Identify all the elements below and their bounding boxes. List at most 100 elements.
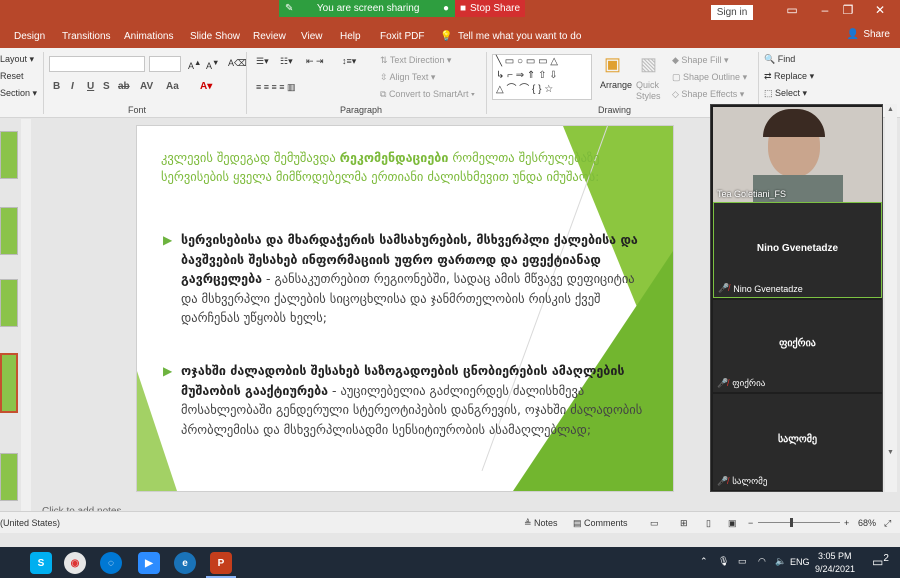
zoom-slider-thumb[interactable] — [790, 518, 793, 527]
comments-button[interactable]: ▤ Comments — [573, 518, 628, 529]
language-status[interactable]: (United States) — [0, 518, 60, 528]
line-spacing-icon[interactable]: ↕≡▾ — [342, 56, 356, 67]
shadow-button[interactable]: S — [103, 81, 110, 92]
participant-name: ფიქრია — [779, 338, 816, 349]
input-language[interactable]: ENG — [790, 557, 810, 567]
notification-center-icon[interactable]: ▭2 — [872, 553, 889, 569]
volume-icon[interactable]: 🔈 — [775, 556, 786, 567]
scroll-up-icon[interactable]: ▲ — [887, 106, 894, 113]
arrange-button[interactable]: Arrange — [600, 80, 632, 90]
grow-font-icon[interactable]: A▲ — [188, 58, 201, 71]
zoom-slider[interactable] — [758, 522, 840, 523]
reading-view-icon[interactable]: ▯ — [706, 518, 711, 529]
slide-sorter-icon[interactable]: ⊞ — [680, 518, 688, 529]
shapes-gallery[interactable]: ╲ ▭ ○ ▭ ▭ △ ↳ ⌐ ⇒ ⇑ ⇧ ⇩ △ ⌒ ⌒ { } ☆ — [492, 54, 592, 100]
stop-share-button[interactable]: ■ Stop Share — [455, 0, 525, 17]
tell-me-box[interactable]: Tell me what you want to do — [458, 31, 581, 42]
zoom-out-icon[interactable]: − — [748, 518, 753, 528]
slideshow-view-icon[interactable]: ▣ — [728, 518, 737, 529]
strikethrough-button[interactable]: ab — [118, 81, 130, 92]
clear-format-icon[interactable]: A⌫ — [228, 58, 247, 69]
paragraph-group-label: Paragraph — [340, 105, 383, 115]
powerpoint-icon[interactable]: P — [210, 552, 232, 574]
zoom-app-icon[interactable]: ▶ — [138, 552, 160, 574]
bullet-item-1[interactable]: სერვისებისა და მხარდაჭერის სამსახურების,… — [181, 230, 651, 328]
edge-icon[interactable]: e — [174, 552, 196, 574]
thumbnail-scrollbar[interactable] — [21, 119, 31, 511]
bold-button[interactable]: B — [53, 81, 60, 92]
slide-thumbnail[interactable] — [0, 279, 18, 327]
minimize-icon[interactable]: – — [815, 3, 835, 17]
restore-icon[interactable]: ❐ — [838, 3, 858, 17]
clock-time[interactable]: 3:05 PM — [818, 551, 852, 561]
find-button[interactable]: 🔍 Find — [764, 54, 795, 65]
notes-button[interactable]: ≜ Notes — [524, 518, 558, 529]
tab-animations[interactable]: Animations — [124, 31, 173, 42]
layout-button[interactable]: Layout ▾ — [0, 54, 34, 65]
tab-transitions[interactable]: Transitions — [62, 31, 111, 42]
bullets-icon[interactable]: ☰▾ — [256, 56, 269, 67]
shrink-font-icon[interactable]: A▼ — [206, 58, 219, 71]
quick-styles-button[interactable]: Quick Styles — [636, 80, 666, 102]
indent-icon[interactable]: ⇤ ⇥ — [306, 56, 324, 67]
text-direction-button[interactable]: ⇅ Text Direction ▾ — [380, 55, 451, 66]
messenger-icon[interactable]: ◌ — [100, 552, 122, 574]
tab-help[interactable]: Help — [340, 31, 361, 42]
section-button[interactable]: Section ▾ — [0, 88, 37, 99]
slide-thumbnail-active[interactable] — [0, 353, 18, 413]
align-text-button[interactable]: ⇳ Align Text ▾ — [380, 72, 435, 83]
shape-fill-button[interactable]: ◆ Shape Fill ▾ — [672, 55, 728, 66]
replace-button[interactable]: ⇄ Replace ▾ — [764, 71, 814, 82]
participant-hair — [763, 109, 825, 137]
numbering-icon[interactable]: ☷▾ — [280, 56, 293, 67]
video-tile[interactable]: Nino Gvenetadze 🎤̸ Nino Gvenetadze — [713, 202, 882, 298]
normal-view-icon[interactable]: ▭ — [650, 518, 659, 529]
slide-thumbnail[interactable] — [0, 453, 18, 501]
italic-button[interactable]: I — [71, 81, 74, 92]
network-icon[interactable]: ▭ — [738, 556, 747, 567]
convert-smartart-button[interactable]: ⧉ Convert to SmartArt ▾ — [380, 89, 475, 100]
font-size-input[interactable] — [149, 56, 181, 72]
microphone-icon[interactable]: 🎙 — [718, 556, 729, 567]
bullet-item-2[interactable]: ოჯახში ძალადობის შესახებ საზოგადოების ცნ… — [181, 361, 651, 439]
shape-effects-button[interactable]: ◇ Shape Effects ▾ — [672, 89, 744, 100]
underline-button[interactable]: U — [87, 81, 94, 92]
slide-thumbnail[interactable] — [0, 207, 18, 255]
tab-view[interactable]: View — [301, 31, 323, 42]
font-color-button[interactable]: A▾ — [200, 81, 212, 92]
tab-slide-show[interactable]: Slide Show — [190, 31, 240, 42]
tab-review[interactable]: Review — [253, 31, 286, 42]
zoom-in-icon[interactable]: + — [844, 518, 849, 528]
tray-chevron-icon[interactable]: ⌃ — [700, 556, 708, 567]
font-name-input[interactable] — [49, 56, 145, 72]
video-tile[interactable]: ფიქრია 🎤̸ ფიქრია — [713, 300, 882, 392]
ribbon-display-icon[interactable]: ▭ — [782, 3, 802, 17]
share-button[interactable]: 👤 Share — [847, 29, 890, 40]
shape-outline-button[interactable]: ▢ Shape Outline ▾ — [672, 72, 747, 83]
tab-foxit-pdf[interactable]: Foxit PDF — [380, 31, 424, 42]
char-spacing-button[interactable]: AV — [140, 81, 153, 92]
slide-intro-text[interactable]: კვლევის შედეგად შემუშავდა რეკომენდაციები… — [161, 148, 611, 186]
select-button[interactable]: ⬚ Select ▾ — [764, 88, 807, 99]
skype-icon[interactable]: S — [30, 552, 52, 574]
clock-date[interactable]: 9/24/2021 — [815, 564, 855, 574]
close-icon[interactable]: ✕ — [870, 3, 890, 17]
mic-muted-icon: 🎤̸ — [717, 476, 729, 486]
fit-slide-icon[interactable]: ⤢ — [884, 518, 891, 529]
participants-scrollbar[interactable]: ▲ ▼ — [885, 104, 897, 492]
sign-in-button[interactable]: Sign in — [711, 5, 753, 20]
video-tile[interactable]: სალომე 🎤̸ სალომე — [713, 394, 882, 490]
align-icons[interactable]: ≡ ≡ ≡ ≡ ▥ — [256, 82, 296, 93]
windows-taskbar: S ◉ ◌ ▶ e P ⌃ 🎙 ▭ ◠ 🔈 ENG 3:05 PM 9/24/2… — [0, 547, 900, 578]
zoom-level[interactable]: 68% — [858, 518, 876, 528]
video-tile-self[interactable]: Tea Goletiani_FS — [713, 107, 882, 202]
chrome-icon[interactable]: ◉ — [64, 552, 86, 574]
slide-thumbnail[interactable] — [0, 131, 18, 179]
pin-icon[interactable]: ✎ — [285, 3, 293, 14]
tab-design[interactable]: Design — [14, 31, 45, 42]
change-case-button[interactable]: Aa — [166, 81, 179, 92]
scroll-down-icon[interactable]: ▼ — [887, 449, 894, 456]
slide[interactable]: კვლევის შედეგად შემუშავდა რეკომენდაციები… — [136, 125, 674, 492]
wifi-icon[interactable]: ◠ — [758, 556, 766, 567]
reset-button[interactable]: Reset — [0, 71, 24, 81]
